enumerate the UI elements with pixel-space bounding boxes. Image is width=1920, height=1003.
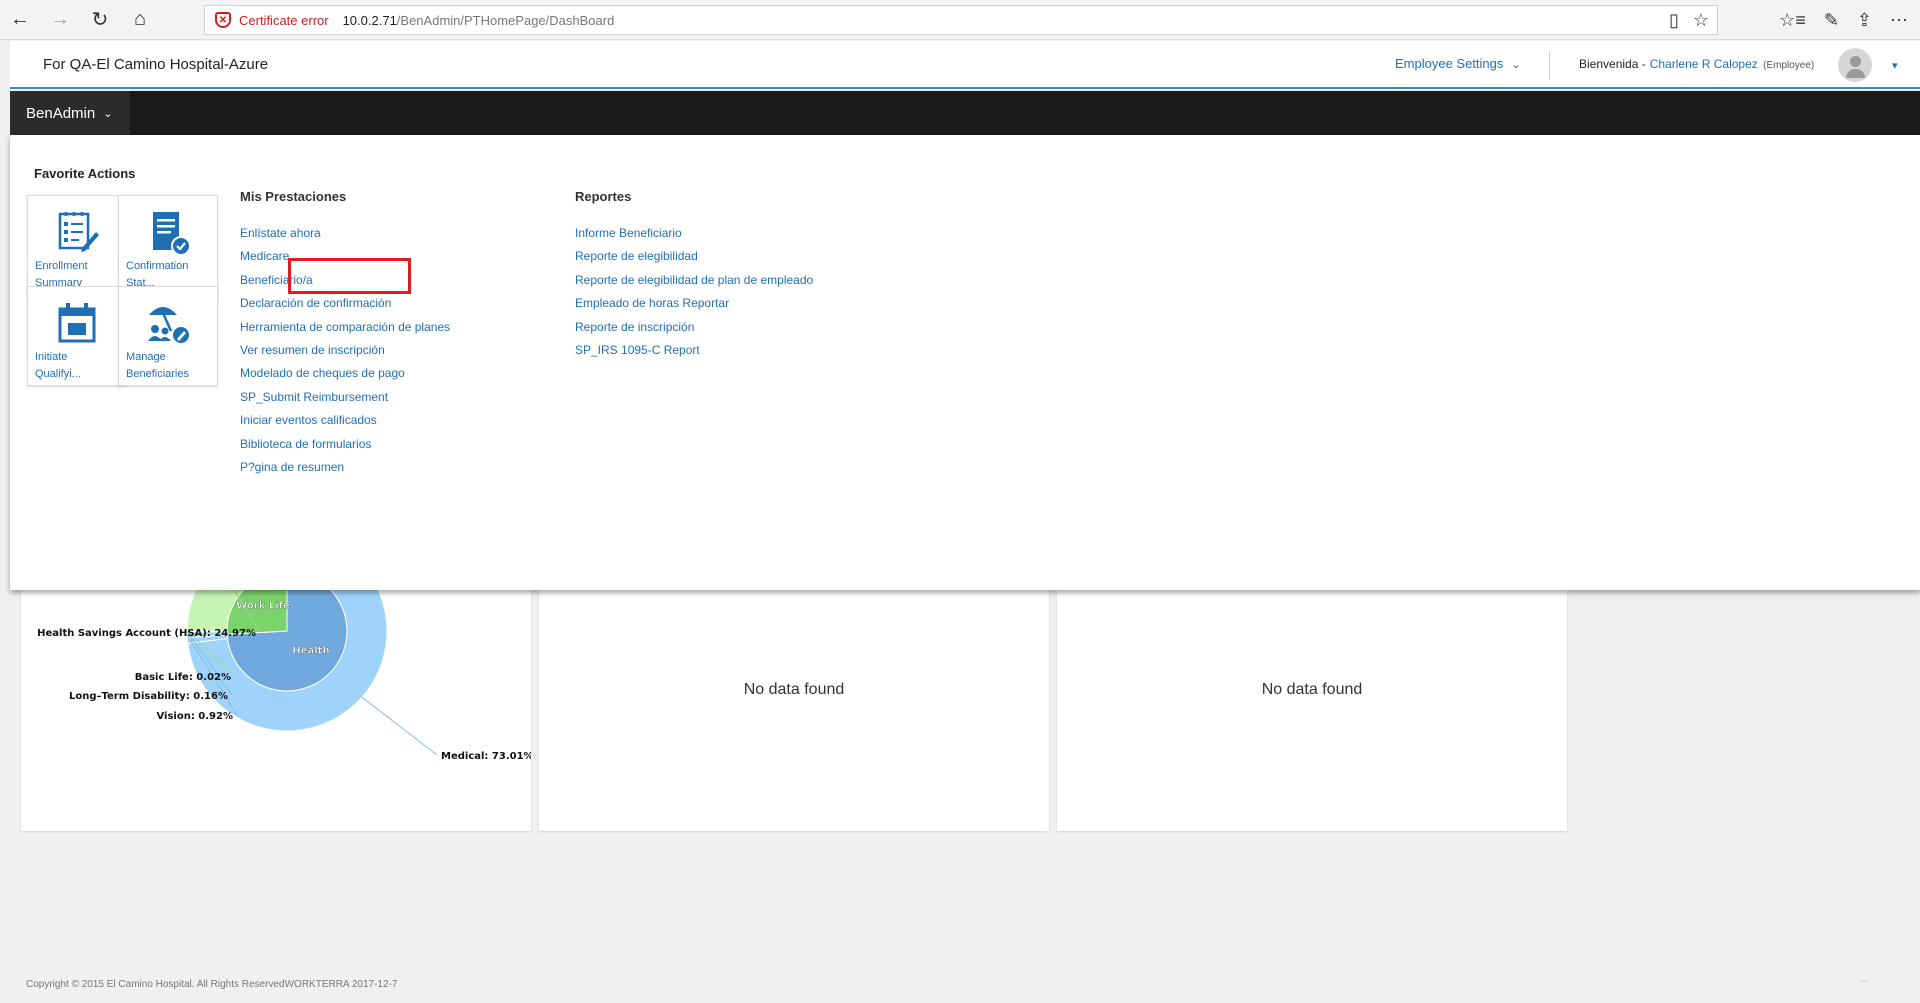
mis-prestaciones-link[interactable]: SP_Submit Reimbursement (240, 390, 388, 404)
reportes-title: Reportes (575, 189, 632, 204)
refresh-icon[interactable]: ↻ (80, 0, 120, 40)
reportes-link[interactable]: Empleado de horas Reportar (575, 296, 729, 310)
tile-initiate-qualifying[interactable]: Initiate Qualifyi... (27, 286, 127, 386)
mis-prestaciones-link[interactable]: Iniciar eventos calificados (240, 413, 377, 427)
highlight-annotation (288, 258, 411, 294)
pie-label-connector (361, 696, 438, 756)
favorite-actions-title: Favorite Actions (34, 166, 136, 181)
welcome-text: Bienvenida - Charlene R Calopez (Employee… (1579, 57, 1814, 71)
pie-outer-label: Long–Term Disability: 0.16% (69, 691, 228, 702)
address-bar[interactable]: ✕ Certificate error 10.0.2.71/BenAdmin/P… (204, 5, 1718, 35)
chart-card: Health Work Life Medical: 73.01% Vision: 0.… (21, 571, 625, 831)
pie-outer-label: Health Savings Account (HSA): 24.97% (37, 628, 256, 639)
mis-prestaciones-link[interactable]: Biblioteca de formularios (240, 437, 371, 451)
pie-inner-label: Health (292, 646, 329, 657)
confirmation-statement-icon (153, 212, 191, 256)
home-icon[interactable]: ⌂ (120, 0, 160, 40)
url-path: /BenAdmin/PTHomePage/DashBoard (396, 12, 615, 28)
forward-arrow-icon[interactable]: → (40, 0, 80, 40)
org-title: For QA-El Camino Hospital-Azure (43, 56, 269, 73)
mis-prestaciones-link[interactable]: Ver resumen de inscripción (240, 343, 385, 357)
mis-prestaciones-link[interactable]: Herramienta de comparación de planes (240, 320, 450, 334)
enrollment-summary-icon (58, 212, 99, 252)
share-icon[interactable]: ⇪ (1857, 10, 1872, 31)
pie-outer-label: Medical: 73.01% (441, 751, 531, 762)
chevron-down-icon: ⌄ (1511, 59, 1521, 71)
user-menu-caret-icon[interactable]: ▾ (1892, 59, 1898, 72)
chevron-down-icon: ⌄ (103, 107, 113, 120)
reportes-link[interactable]: Reporte de elegibilidad de plan de emple… (575, 273, 813, 287)
avatar[interactable] (1838, 48, 1872, 82)
mis-prestaciones-link[interactable]: Medicare (240, 249, 289, 263)
more-menu-icon[interactable]: ⋯ (1890, 10, 1908, 31)
no-data-text: No data found (1261, 681, 1363, 698)
reportes-link[interactable]: Reporte de elegibilidad (575, 249, 698, 263)
top-nav: BenAdmin ⌄ (10, 91, 1920, 135)
cert-error-icon[interactable]: ✕ (215, 12, 231, 28)
benadmin-menu-tab[interactable]: BenAdmin ⌄ (10, 91, 130, 135)
empty-card-2: No data found (1057, 581, 1567, 831)
calendar-icon (58, 303, 96, 343)
favorites-hub-icon[interactable]: ☆≡ (1779, 10, 1806, 31)
browser-toolbar: ← → ↻ ⌂ ✕ Certificate error 10.0.2.71/Be… (0, 0, 1920, 40)
mis-prestaciones-link[interactable]: Declaración de confirmación (240, 296, 391, 310)
app-header: For QA-El Camino Hospital-Azure Employee… (10, 41, 1920, 89)
benefit-pie-chart: HealthWork LifeMedical: 73.01%Vision: 0.… (37, 571, 531, 762)
employee-settings-menu[interactable]: Employee Settings ⌄ (1395, 56, 1521, 71)
back-arrow-icon[interactable]: ← (0, 0, 40, 40)
footer-copyright: Copyright © 2015 El Camino Hospital. All… (26, 979, 398, 990)
tile-manage-beneficiaries[interactable]: Manage Beneficiaries (118, 286, 218, 386)
reportes-link[interactable]: SP_IRS 1095-C Report (575, 343, 700, 357)
favorite-star-icon[interactable]: ☆ (1693, 10, 1709, 31)
header-divider (1549, 51, 1550, 79)
reportes-link[interactable]: Reporte de inscripción (575, 320, 694, 334)
cert-error-label[interactable]: Certificate error (239, 13, 329, 28)
reading-view-icon[interactable]: ▯ (1669, 10, 1679, 31)
employee-settings-label[interactable]: Employee Settings (1395, 56, 1503, 71)
no-data-text: No data found (743, 681, 845, 698)
manage-beneficiaries-icon (148, 307, 189, 343)
pie-outer-label: Basic Life: 0.02% (135, 672, 231, 683)
pen-notes-icon[interactable]: ✎ (1824, 10, 1839, 31)
tile-confirmation-statement[interactable]: Confirmation Stat... (118, 195, 218, 295)
tile-enrollment-summary[interactable]: Enrollment Summary (27, 195, 127, 295)
mis-prestaciones-link[interactable]: P?gina de resumen (240, 460, 344, 474)
mis-prestaciones-link[interactable]: Enlístate ahora (240, 226, 321, 240)
mis-prestaciones-title: Mis Prestaciones (240, 189, 347, 204)
user-role: (Employee) (1763, 60, 1815, 71)
user-name-link[interactable]: Charlene R Calopez (1650, 57, 1758, 71)
benadmin-mega-menu: Favorite Actions Enrollment Summary Confi… (10, 135, 1920, 590)
welcome-label: Bienvenida - (1579, 57, 1646, 71)
app: For QA-El Camino Hospital-Azure Employee… (10, 41, 1920, 1003)
feedback-icon[interactable]: ↔ (1858, 972, 1870, 986)
url-host: 10.0.2.71 (342, 12, 397, 28)
tile-label: Initiate Qualifyi... (35, 351, 81, 380)
pie-outer-label: Vision: 0.92% (156, 711, 233, 722)
empty-card-1: No data found (539, 581, 1049, 831)
reportes-link[interactable]: Informe Beneficiario (575, 226, 682, 240)
benadmin-label[interactable]: BenAdmin (26, 105, 95, 122)
tile-label: Manage Beneficiaries (126, 351, 189, 380)
mis-prestaciones-link[interactable]: Modelado de cheques de pago (240, 366, 405, 380)
